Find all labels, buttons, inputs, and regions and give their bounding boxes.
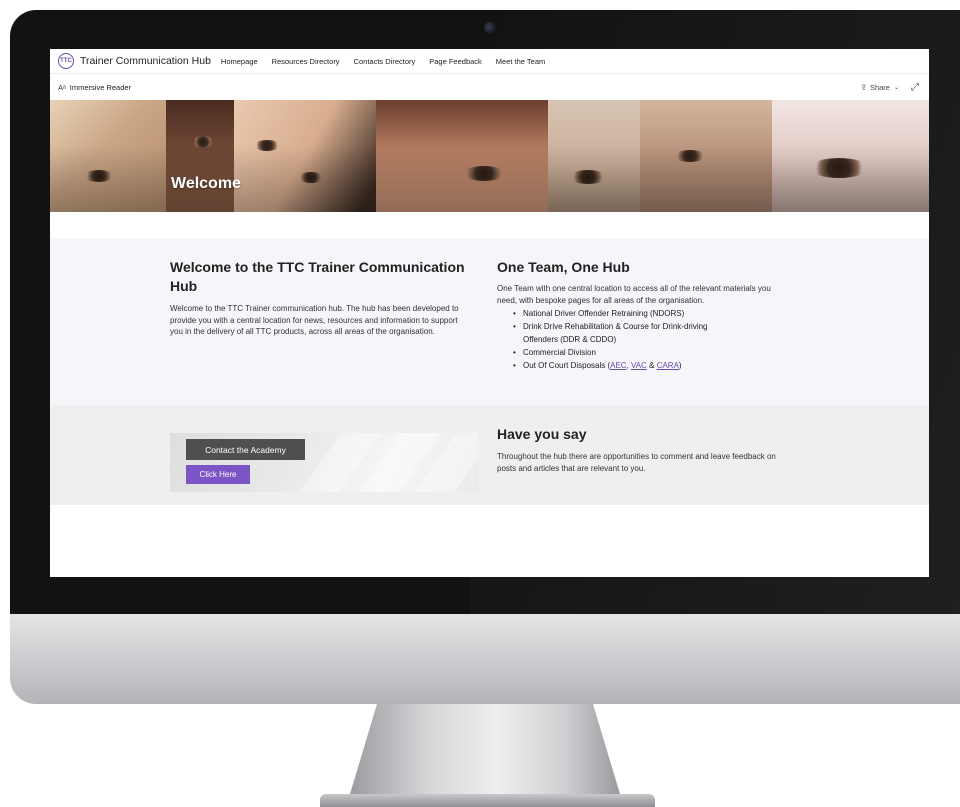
hero-shade	[50, 100, 929, 212]
nav-item-homepage[interactable]: Homepage	[221, 57, 258, 66]
site-logo[interactable]: TTC	[58, 53, 74, 69]
chevron-down-icon: ⌄	[893, 84, 899, 91]
nav-item-contacts-directory[interactable]: Contacts Directory	[354, 57, 416, 66]
list-item-suffix: )	[678, 361, 682, 370]
monitor-stand-base	[320, 794, 655, 807]
site-header: TTC Trainer Communication Hub Homepage R…	[50, 49, 929, 74]
immersive-reader-icon: Aᵃ	[58, 82, 66, 92]
feedback-section: Contact the Academy Click Here Have you …	[50, 405, 929, 505]
immersive-reader-button[interactable]: Aᵃ Immersive Reader	[58, 83, 131, 92]
programme-list: National Driver Offender Retraining (NDO…	[513, 307, 797, 372]
command-bar: Aᵃ Immersive Reader ⇪ Share ⌄ ⤢	[50, 75, 929, 99]
team-column: One Team, One Hub One Team with one cent…	[497, 258, 797, 372]
link-aec[interactable]: AEC	[610, 361, 626, 370]
link-vac[interactable]: VAC	[631, 361, 647, 370]
team-text: One Team with one central location to ac…	[497, 284, 771, 305]
list-item-prefix: Out Of Court Disposals (	[523, 361, 611, 370]
team-heading: One Team, One Hub	[497, 259, 630, 275]
contact-academy-button[interactable]: Contact the Academy	[186, 439, 305, 460]
link-cara[interactable]: CARA	[657, 361, 679, 370]
academy-promo-image: Contact the Academy Click Here	[170, 433, 479, 492]
nav-item-page-feedback[interactable]: Page Feedback	[429, 57, 482, 66]
welcome-column: Welcome to the TTC Trainer Communication…	[170, 258, 470, 338]
feedback-heading: Have you say	[497, 426, 587, 442]
click-here-button[interactable]: Click Here	[186, 465, 250, 484]
hero-banner	[50, 100, 929, 212]
immersive-reader-label: Immersive Reader	[69, 82, 132, 92]
nav-item-meet-the-team[interactable]: Meet the Team	[496, 57, 545, 66]
screen: TTC Trainer Communication Hub Homepage R…	[50, 49, 929, 577]
share-icon: ⇪	[860, 82, 867, 92]
monitor-chin	[10, 614, 960, 704]
list-item: Commercial Division	[513, 346, 723, 359]
intro-section: Welcome to the TTC Trainer Communication…	[50, 238, 929, 405]
share-button[interactable]: ⇪ Share ⌄	[860, 83, 899, 92]
command-bar-actions: ⇪ Share ⌄ ⤢	[860, 82, 919, 93]
monitor-stand	[350, 704, 620, 794]
page-title: Welcome	[171, 175, 241, 192]
feedback-column: Have you say Throughout the hub there ar…	[497, 425, 797, 475]
welcome-text: Welcome to the TTC Trainer communication…	[170, 304, 459, 336]
site-title[interactable]: Trainer Communication Hub	[80, 55, 211, 67]
list-item-separator: &	[646, 361, 657, 370]
top-navigation: Homepage Resources Directory Contacts Di…	[221, 57, 559, 66]
expand-icon[interactable]: ⤢	[911, 82, 919, 93]
share-label: Share	[869, 82, 890, 92]
list-item: Out Of Court Disposals (AEC, VAC & CARA)	[513, 359, 773, 372]
list-item: National Driver Offender Retraining (NDO…	[513, 307, 723, 320]
webcam	[484, 22, 496, 34]
nav-item-resources-directory[interactable]: Resources Directory	[272, 57, 340, 66]
feedback-text: Throughout the hub there are opportuniti…	[497, 452, 776, 473]
list-item: Drink Drive Rehabilitation & Course for …	[513, 320, 723, 346]
welcome-heading: Welcome to the TTC Trainer Communication…	[170, 259, 465, 294]
